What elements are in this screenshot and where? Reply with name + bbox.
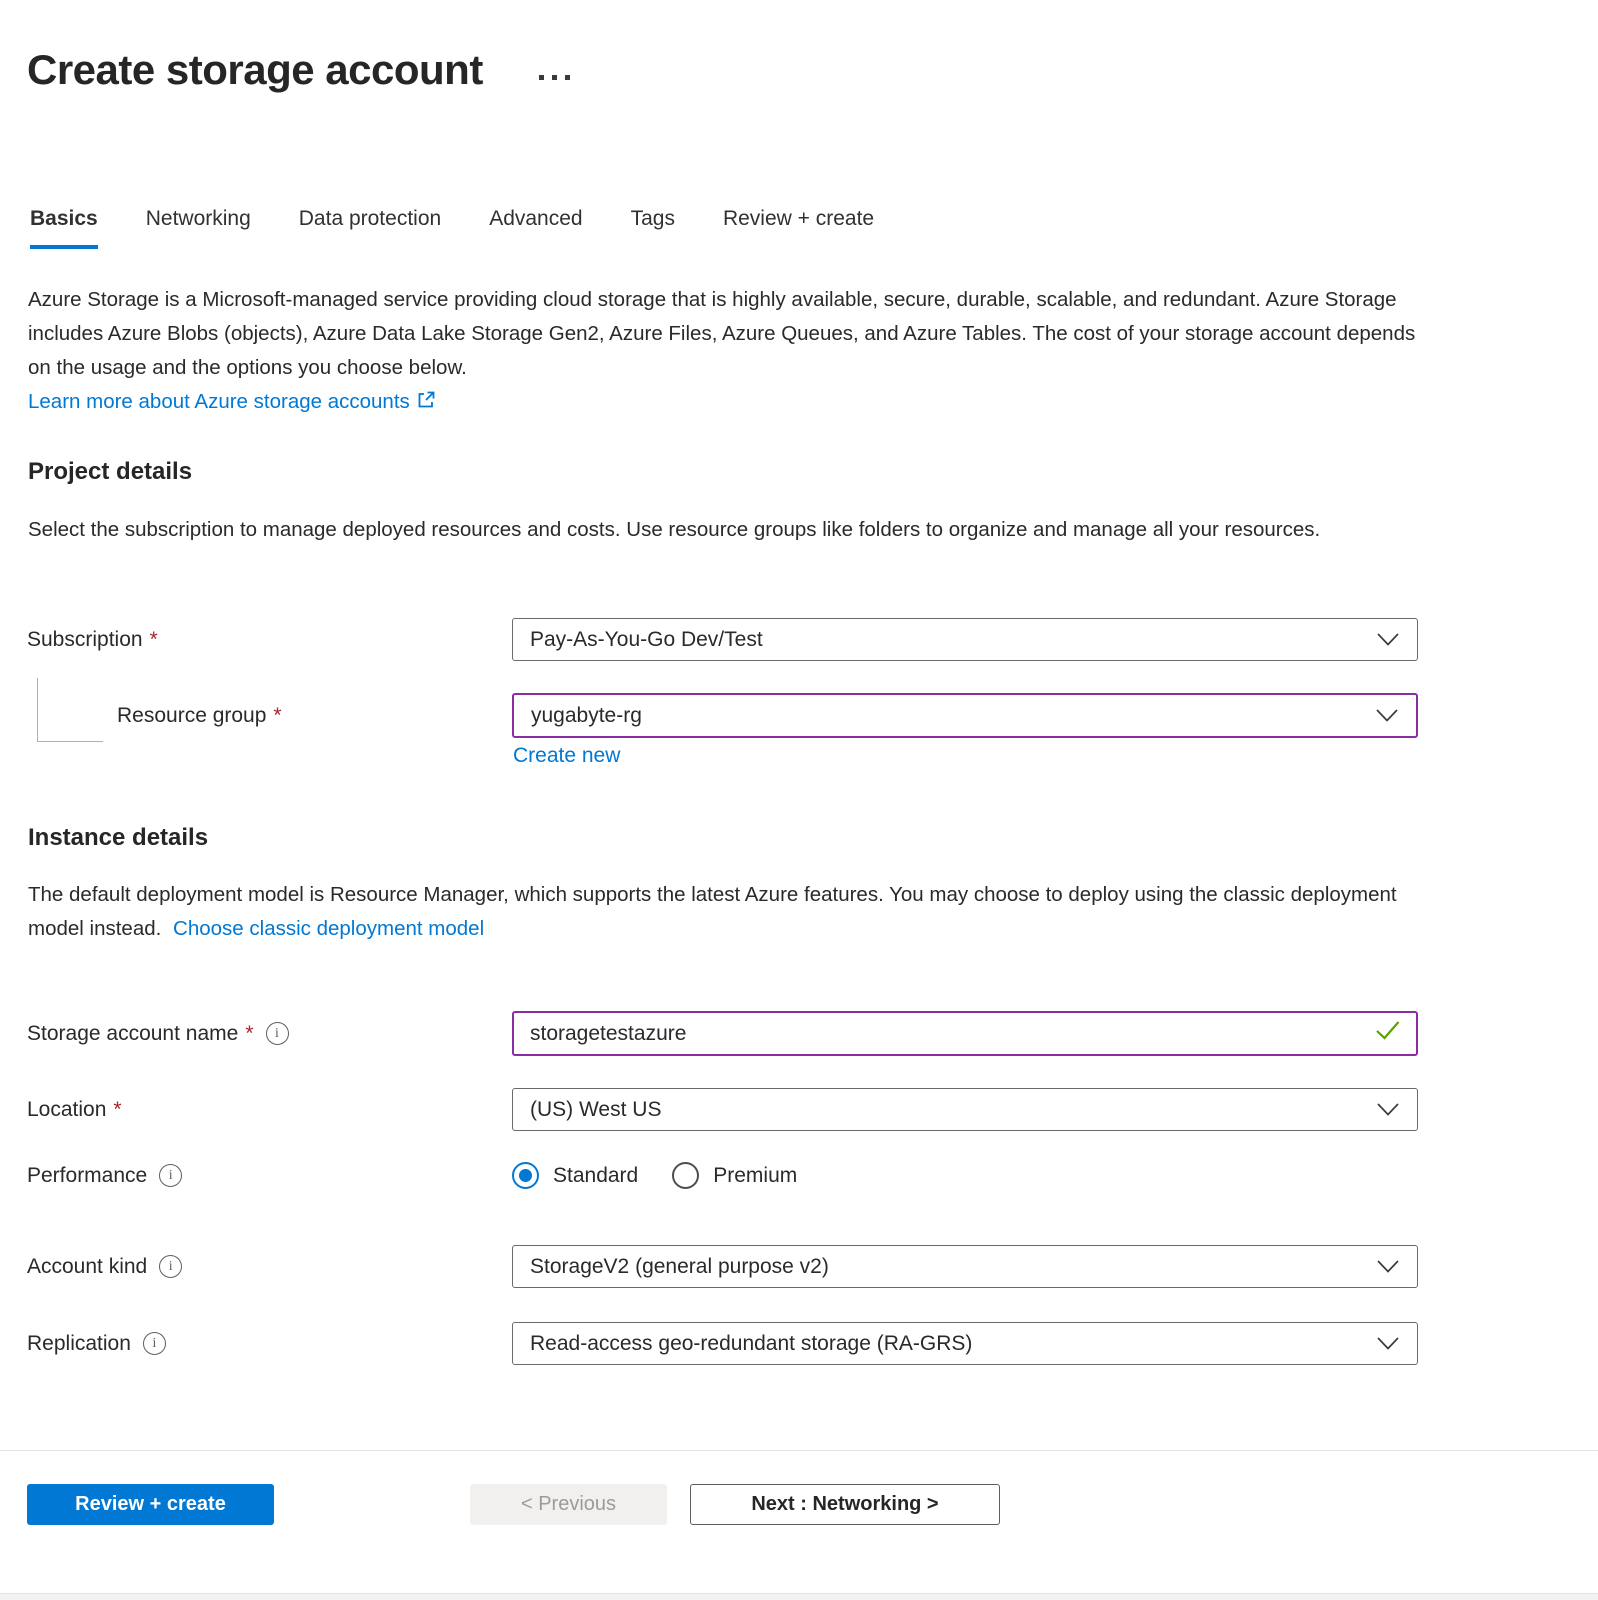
instance-details-description: The default deployment model is Resource…: [28, 878, 1428, 946]
tab-data-protection[interactable]: Data protection: [299, 207, 441, 249]
tab-networking[interactable]: Networking: [146, 207, 251, 249]
chevron-down-icon: [1376, 704, 1398, 728]
chevron-down-icon: [1377, 1098, 1399, 1122]
replication-row: Replication i Read-access geo-redundant …: [27, 1322, 1418, 1365]
storage-account-name-input[interactable]: storagetestazure: [512, 1011, 1418, 1056]
storage-account-name-row: Storage account name * i storagetestazur…: [27, 1011, 1418, 1056]
account-kind-value: StorageV2 (general purpose v2): [530, 1255, 829, 1279]
chevron-down-icon: [1377, 628, 1399, 652]
subscription-label: Subscription *: [27, 628, 512, 652]
location-dropdown[interactable]: (US) West US: [512, 1088, 1418, 1131]
resource-group-label: Resource group *: [27, 704, 512, 728]
tree-connector: [37, 678, 103, 742]
replication-value: Read-access geo-redundant storage (RA-GR…: [530, 1332, 972, 1356]
subscription-row: Subscription * Pay-As-You-Go Dev/Test: [27, 618, 1418, 661]
resource-group-dropdown[interactable]: yugabyte-rg: [512, 693, 1418, 738]
subscription-dropdown[interactable]: Pay-As-You-Go Dev/Test: [512, 618, 1418, 661]
previous-button[interactable]: < Previous: [470, 1484, 667, 1525]
storage-account-name-value: storagetestazure: [530, 1022, 686, 1046]
project-details-description: Select the subscription to manage deploy…: [28, 513, 1428, 547]
info-icon[interactable]: i: [266, 1022, 289, 1045]
create-storage-account-page: Create storage account Basics Networking…: [0, 0, 1598, 1600]
location-value: (US) West US: [530, 1098, 661, 1122]
external-link-icon: [416, 387, 437, 421]
resource-group-row: Resource group * yugabyte-rg: [27, 693, 1418, 738]
required-asterisk: *: [150, 628, 158, 652]
page-title: Create storage account: [27, 46, 483, 94]
required-asterisk: *: [273, 704, 281, 728]
account-kind-label: Account kind i: [27, 1255, 512, 1279]
info-icon[interactable]: i: [143, 1332, 166, 1355]
replication-dropdown[interactable]: Read-access geo-redundant storage (RA-GR…: [512, 1322, 1418, 1365]
tab-tags[interactable]: Tags: [631, 207, 675, 249]
instance-details-heading: Instance details: [28, 824, 208, 852]
next-networking-button[interactable]: Next : Networking >: [690, 1484, 1000, 1525]
project-details-heading: Project details: [28, 458, 192, 486]
radio-premium[interactable]: Premium: [672, 1162, 797, 1189]
tab-review-create[interactable]: Review + create: [723, 207, 874, 249]
footer-divider: [0, 1450, 1598, 1451]
create-new-link[interactable]: Create new: [513, 744, 620, 768]
tab-basics[interactable]: Basics: [30, 207, 98, 249]
storage-account-name-label: Storage account name * i: [27, 1022, 512, 1046]
performance-label: Performance i: [27, 1164, 512, 1188]
performance-radio-group: Standard Premium: [512, 1162, 1418, 1189]
account-kind-row: Account kind i StorageV2 (general purpos…: [27, 1245, 1418, 1288]
required-asterisk: *: [113, 1098, 121, 1122]
intro-section: Azure Storage is a Microsoft-managed ser…: [28, 283, 1428, 421]
radio-unselected-icon: [672, 1162, 699, 1189]
wizard-tabs: Basics Networking Data protection Advanc…: [30, 207, 874, 249]
classic-deployment-link[interactable]: Choose classic deployment model: [173, 917, 484, 940]
bottom-edge-strip: [0, 1593, 1598, 1600]
chevron-down-icon: [1377, 1332, 1399, 1356]
location-row: Location * (US) West US: [27, 1088, 1418, 1131]
performance-row: Performance i Standard Premium: [27, 1162, 1418, 1189]
resource-group-value: yugabyte-rg: [531, 704, 642, 728]
learn-more-link[interactable]: Learn more about Azure storage accounts: [28, 390, 410, 413]
info-icon[interactable]: i: [159, 1255, 182, 1278]
page-header: Create storage account: [27, 46, 570, 94]
account-kind-dropdown[interactable]: StorageV2 (general purpose v2): [512, 1245, 1418, 1288]
subscription-value: Pay-As-You-Go Dev/Test: [530, 628, 763, 652]
radio-standard[interactable]: Standard: [512, 1162, 638, 1189]
radio-selected-icon: [512, 1162, 539, 1189]
intro-text: Azure Storage is a Microsoft-managed ser…: [28, 288, 1415, 379]
replication-label: Replication i: [27, 1332, 512, 1356]
info-icon[interactable]: i: [159, 1164, 182, 1187]
chevron-down-icon: [1377, 1255, 1399, 1279]
required-asterisk: *: [245, 1022, 253, 1046]
more-options-icon[interactable]: [539, 61, 570, 80]
review-create-button[interactable]: Review + create: [27, 1484, 274, 1525]
location-label: Location *: [27, 1098, 512, 1122]
tab-advanced[interactable]: Advanced: [489, 207, 582, 249]
valid-check-icon: [1376, 1021, 1400, 1046]
